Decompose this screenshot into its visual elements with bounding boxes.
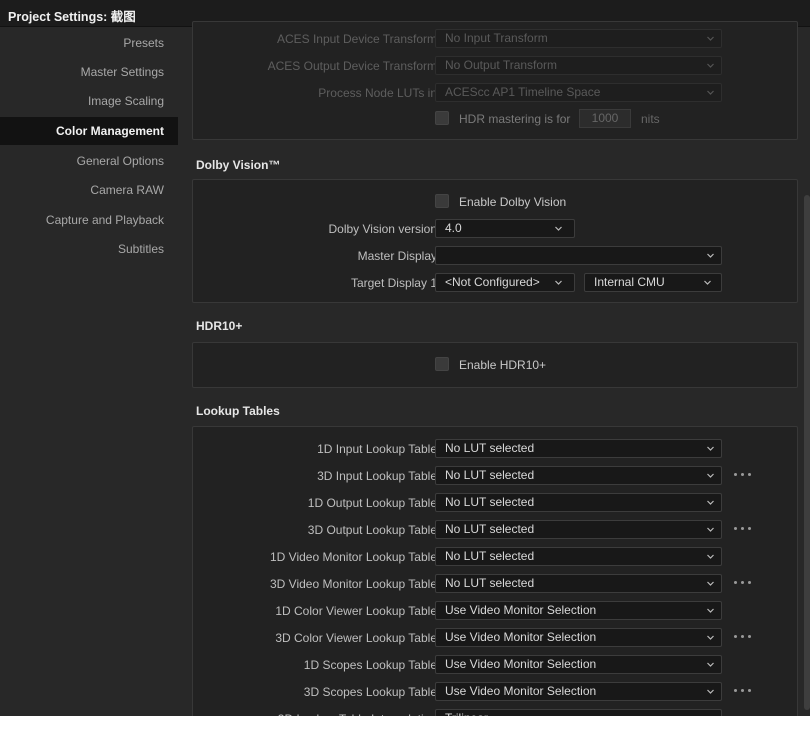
sidebar-item-master-settings[interactable]: Master Settings xyxy=(0,58,178,86)
lut-row-label: 1D Input Lookup Table xyxy=(317,442,437,456)
sidebar-item-presets[interactable]: Presets xyxy=(0,29,178,57)
sidebar-item-general-options[interactable]: General Options xyxy=(0,147,178,175)
more-options-icon[interactable] xyxy=(732,522,754,536)
lut-row-dropdown[interactable]: No LUT selected xyxy=(435,574,722,593)
window-title: Project Settings: 截图 xyxy=(8,10,136,24)
enable-hdr10-label: Enable HDR10+ xyxy=(459,358,547,372)
lut-row-value: No LUT selected xyxy=(445,576,535,590)
sidebar-item-color-management[interactable]: Color Management xyxy=(0,117,178,145)
hdr-nits-unit: nits xyxy=(641,112,660,126)
sidebar-item-image-scaling[interactable]: Image Scaling xyxy=(0,87,178,115)
lut-row-dropdown[interactable]: No LUT selected xyxy=(435,493,722,512)
more-options-icon[interactable] xyxy=(732,576,754,590)
target-display-cmu-value: Internal CMU xyxy=(594,275,665,289)
aces-output-value: No Output Transform xyxy=(445,58,558,72)
dolby-version-value: 4.0 xyxy=(445,221,462,235)
dolby-version-label: Dolby Vision version xyxy=(328,222,438,236)
target-display-dropdown[interactable]: <Not Configured> xyxy=(435,273,575,292)
lut-row-value: No LUT selected xyxy=(445,495,535,509)
lut-row-label: 3D Output Lookup Table xyxy=(307,523,437,537)
chevron-down-icon xyxy=(707,661,714,668)
sidebar-item-capture-and-playback[interactable]: Capture and Playback xyxy=(0,206,178,234)
lut-row-dropdown[interactable]: No LUT selected xyxy=(435,520,722,539)
chevron-down-icon xyxy=(707,89,714,96)
more-options-icon[interactable] xyxy=(732,630,754,644)
chevron-down-icon xyxy=(555,225,562,232)
aces-input-label: ACES Input Device Transform xyxy=(276,32,437,46)
enable-hdr10-checkbox[interactable] xyxy=(435,357,449,371)
lut-row-label: 1D Scopes Lookup Table xyxy=(303,658,437,672)
lut-row-value: Use Video Monitor Selection xyxy=(445,603,597,617)
process-node-luts-dropdown[interactable]: ACEScc AP1 Timeline Space xyxy=(435,83,722,102)
hdr10-title: HDR10+ xyxy=(196,319,243,333)
chevron-down-icon xyxy=(707,252,714,259)
lut-row-label: 3D Input Lookup Table xyxy=(317,469,437,483)
chevron-down-icon xyxy=(707,607,714,614)
target-display-cmu-dropdown[interactable]: Internal CMU xyxy=(584,273,722,292)
hdr-mastering-label: HDR mastering is for xyxy=(459,112,571,126)
lut-row-value: No LUT selected xyxy=(445,441,535,455)
enable-dolby-vision-checkbox[interactable] xyxy=(435,194,449,208)
settings-sidebar: Presets Master Settings Image Scaling Co… xyxy=(0,27,178,716)
lut-row-dropdown[interactable]: Trilinear xyxy=(435,709,722,716)
enable-dolby-vision-label: Enable Dolby Vision xyxy=(459,195,567,209)
chevron-down-icon xyxy=(707,499,714,506)
aces-output-dropdown[interactable]: No Output Transform xyxy=(435,56,722,75)
dolby-version-dropdown[interactable]: 4.0 xyxy=(435,219,575,238)
lut-row-value: No LUT selected xyxy=(445,468,535,482)
lut-row-label: 1D Output Lookup Table xyxy=(307,496,437,510)
settings-content: ACES Input Device Transform No Input Tra… xyxy=(178,21,810,716)
lut-row-dropdown[interactable]: Use Video Monitor Selection xyxy=(435,682,722,701)
master-display-label: Master Display xyxy=(357,249,437,263)
chevron-down-icon xyxy=(707,35,714,42)
chevron-down-icon xyxy=(707,62,714,69)
lut-row-label: 3D Scopes Lookup Table xyxy=(303,685,437,699)
vertical-scrollbar[interactable] xyxy=(804,195,810,710)
target-display-label: Target Display 1 xyxy=(350,276,437,290)
dolby-vision-title: Dolby Vision™ xyxy=(196,158,281,172)
lut-row-dropdown[interactable]: Use Video Monitor Selection xyxy=(435,601,722,620)
process-node-luts-label: Process Node LUTs in xyxy=(318,86,437,100)
chevron-down-icon xyxy=(707,715,714,716)
more-options-icon[interactable] xyxy=(732,468,754,482)
master-display-dropdown[interactable] xyxy=(435,246,722,265)
lut-row-value: Use Video Monitor Selection xyxy=(445,630,597,644)
lut-row-dropdown[interactable]: No LUT selected xyxy=(435,439,722,458)
aces-input-dropdown[interactable]: No Input Transform xyxy=(435,29,722,48)
chevron-down-icon xyxy=(707,688,714,695)
lut-row-value: Trilinear xyxy=(445,711,488,716)
chevron-down-icon xyxy=(555,279,562,286)
chevron-down-icon xyxy=(707,553,714,560)
chevron-down-icon xyxy=(707,445,714,452)
lut-row-label: 1D Color Viewer Lookup Table xyxy=(275,604,437,618)
project-settings-window: Project Settings: 截图 Presets Master Sett… xyxy=(0,0,810,716)
lut-row-value: Use Video Monitor Selection xyxy=(445,657,597,671)
lookup-tables-title: Lookup Tables xyxy=(196,404,280,418)
hdr-mastering-checkbox[interactable] xyxy=(435,111,449,125)
aces-output-label: ACES Output Device Transform xyxy=(267,59,437,73)
chevron-down-icon xyxy=(707,634,714,641)
hdr-nits-input[interactable]: 1000 xyxy=(579,109,631,128)
lut-row-dropdown[interactable]: No LUT selected xyxy=(435,547,722,566)
chevron-down-icon xyxy=(707,580,714,587)
process-node-luts-value: ACEScc AP1 Timeline Space xyxy=(445,85,601,99)
lut-row-value: No LUT selected xyxy=(445,549,535,563)
lut-row-label: 3D Video Monitor Lookup Table xyxy=(269,577,437,591)
more-options-icon[interactable] xyxy=(732,684,754,698)
aces-input-value: No Input Transform xyxy=(445,31,548,45)
lut-row-dropdown[interactable]: Use Video Monitor Selection xyxy=(435,655,722,674)
lut-row-label: 3D Lookup Table Interpolation xyxy=(278,712,437,716)
lut-row-dropdown[interactable]: Use Video Monitor Selection xyxy=(435,628,722,647)
lut-row-dropdown[interactable]: No LUT selected xyxy=(435,466,722,485)
lut-row-value: Use Video Monitor Selection xyxy=(445,684,597,698)
target-display-value: <Not Configured> xyxy=(445,275,540,289)
sidebar-item-subtitles[interactable]: Subtitles xyxy=(0,235,178,263)
lut-row-value: No LUT selected xyxy=(445,522,535,536)
lut-row-label: 3D Color Viewer Lookup Table xyxy=(275,631,437,645)
chevron-down-icon xyxy=(707,472,714,479)
chevron-down-icon xyxy=(704,279,711,286)
sidebar-item-camera-raw[interactable]: Camera RAW xyxy=(0,176,178,204)
chevron-down-icon xyxy=(707,526,714,533)
lut-row-label: 1D Video Monitor Lookup Table xyxy=(269,550,437,564)
